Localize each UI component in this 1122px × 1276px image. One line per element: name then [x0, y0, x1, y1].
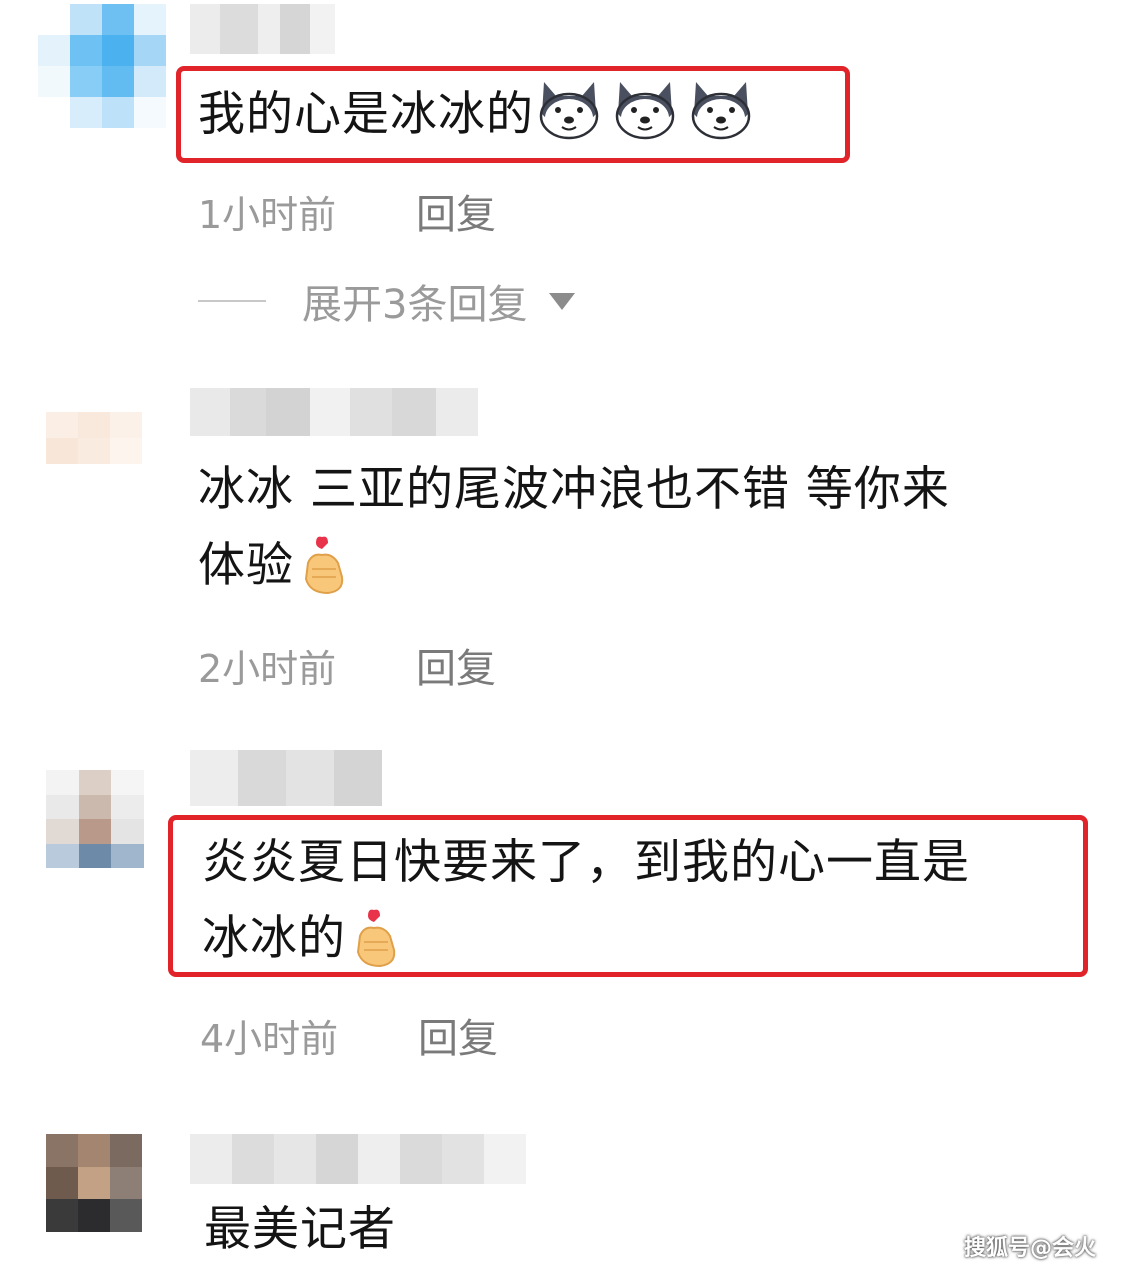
- timestamp: 2小时前: [198, 646, 337, 691]
- comment-text: 炎炎夏日快要来了，到我的心一直是 冰冰的: [202, 825, 970, 977]
- username-blurred[interactable]: [190, 388, 478, 436]
- husky-dog-icon: [691, 82, 751, 140]
- comment-line: 体验: [198, 538, 294, 593]
- avatar[interactable]: [46, 770, 144, 868]
- username-blurred[interactable]: [190, 4, 335, 54]
- comment-text: 最美记者: [204, 1192, 396, 1268]
- husky-dog-icon: [615, 82, 675, 140]
- avatar[interactable]: [46, 412, 142, 464]
- comment-line: 冰冰的: [202, 911, 346, 966]
- reply-button[interactable]: 回复: [416, 636, 496, 694]
- finger-heart-icon: [304, 536, 344, 595]
- expand-replies-label: 展开3条回复: [302, 282, 528, 328]
- avatar[interactable]: [46, 1134, 142, 1232]
- timestamp: 4小时前: [200, 1016, 339, 1061]
- finger-heart-icon: [356, 909, 396, 968]
- username-blurred[interactable]: [190, 1134, 526, 1184]
- comment-meta: 1小时前 回复: [198, 182, 496, 240]
- expand-replies-button[interactable]: 展开3条回复: [198, 272, 576, 330]
- username-blurred[interactable]: [190, 750, 382, 806]
- watermark: 搜狐号@会火: [963, 1236, 1096, 1261]
- divider-line: [198, 300, 266, 302]
- comment-text-content: 我的心是冰冰的: [198, 87, 534, 142]
- comment-line: 最美记者: [204, 1202, 396, 1257]
- comment-text: 我的心是冰冰的: [198, 74, 762, 153]
- comment-text: 冰冰 三亚的尾波冲浪也不错 等你来 体验: [198, 452, 950, 604]
- comment-line: 炎炎夏日快要来了，到我的心一直是: [202, 835, 970, 890]
- husky-dog-icon: [539, 82, 599, 140]
- comment-meta: 4小时前 回复: [200, 1006, 498, 1064]
- reply-button[interactable]: 回复: [416, 182, 496, 240]
- timestamp: 1小时前: [198, 192, 337, 237]
- reply-button[interactable]: 回复: [418, 1006, 498, 1064]
- triangle-down-icon: [549, 292, 576, 310]
- avatar[interactable]: [38, 4, 166, 128]
- comment-line: 冰冰 三亚的尾波冲浪也不错 等你来: [198, 462, 950, 517]
- comment-meta: 2小时前 回复: [198, 636, 496, 694]
